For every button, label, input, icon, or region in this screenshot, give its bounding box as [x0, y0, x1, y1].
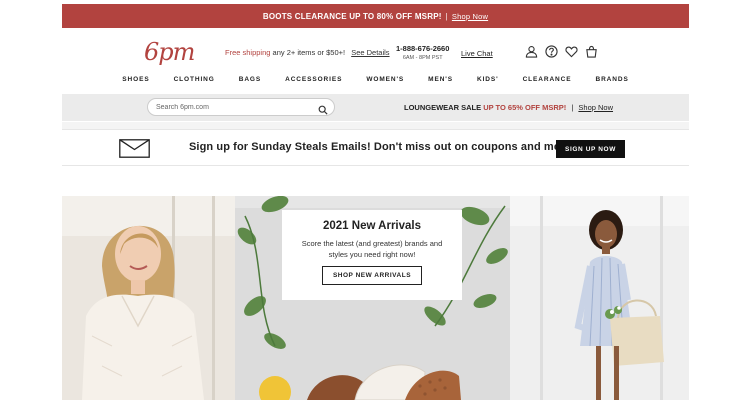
nav-item-women-s[interactable]: WOMEN'S — [366, 76, 404, 90]
hero-banner[interactable]: 2021 New Arrivals Score the latest (and … — [62, 196, 689, 400]
see-details-link[interactable]: See Details — [351, 48, 389, 57]
shop-new-arrivals-button[interactable]: SHOP NEW ARRIVALS — [321, 266, 423, 285]
free-shipping-condition: any 2+ items or $50+! — [272, 48, 346, 57]
search-box — [147, 98, 335, 116]
search-icon[interactable] — [318, 102, 328, 115]
search-row: LOUNGEWEAR SALE UP TO 65% OFF MSRP! | Sh… — [62, 94, 689, 121]
header-icons — [525, 45, 598, 58]
help-icon[interactable] — [545, 45, 558, 58]
loungewear-separator: | — [571, 103, 574, 112]
live-chat-link[interactable]: Live Chat — [461, 49, 493, 58]
nav-item-bags[interactable]: BAGS — [239, 76, 261, 90]
new-arrivals-description: Score the latest (and greatest) brands a… — [301, 239, 443, 259]
nav-item-clothing[interactable]: CLOTHING — [174, 76, 215, 90]
hero-photo-left[interactable] — [62, 196, 235, 400]
sign-up-now-button[interactable]: SIGN UP NOW — [556, 140, 625, 158]
account-icon[interactable] — [525, 45, 538, 58]
promo-separator: | — [445, 11, 448, 21]
new-arrivals-card: 2021 New Arrivals Score the latest (and … — [282, 210, 462, 300]
nav-item-clearance[interactable]: CLEARANCE — [523, 76, 572, 90]
loungewear-discount: UP TO 65% OFF MSRP! — [483, 103, 567, 112]
nav-item-shoes[interactable]: SHOES — [122, 76, 149, 90]
page: BOOTS CLEARANCE UP TO 80% OFF MSRP! | Sh… — [62, 0, 689, 400]
promo-shop-now-link[interactable]: Shop Now — [452, 12, 488, 21]
search-input[interactable] — [156, 102, 316, 113]
heart-icon[interactable] — [565, 45, 578, 58]
phone-contact: 1-888-676-2660 6AM - 8PM PST — [396, 44, 449, 61]
envelope-icon — [119, 139, 150, 158]
signup-message: Sign up for Sunday Steals Emails! Don't … — [189, 141, 575, 153]
divider-strip — [62, 122, 689, 129]
loungewear-promo: LOUNGEWEAR SALE UP TO 65% OFF MSRP! | Sh… — [404, 103, 613, 112]
loungewear-shop-now-link[interactable]: Shop Now — [578, 103, 613, 112]
phone-hours: 6AM - 8PM PST — [402, 55, 443, 61]
nav-item-men-s[interactable]: MEN'S — [428, 76, 453, 90]
logo[interactable]: 6pm — [144, 38, 195, 66]
loungewear-label: LOUNGEWEAR SALE — [404, 103, 482, 112]
phone-number[interactable]: 1-888-676-2660 — [396, 44, 449, 53]
main-nav: SHOES CLOTHING BAGS ACCESSORIES WOMEN'S MEN'S… — [62, 76, 689, 90]
hero-photo-right[interactable] — [510, 196, 689, 400]
site-header: 6pm Free shipping any 2+ items or $50+! … — [62, 28, 689, 74]
nav-item-kids[interactable]: KIDS' — [477, 76, 499, 90]
free-shipping-message: Free shipping any 2+ items or $50+! See … — [225, 48, 390, 57]
email-signup-bar: Sign up for Sunday Steals Emails! Don't … — [62, 129, 689, 166]
nav-item-accessories[interactable]: ACCESSORIES — [285, 76, 342, 90]
free-shipping-label: Free shipping — [225, 48, 271, 57]
new-arrivals-title: 2021 New Arrivals — [322, 220, 422, 232]
promo-text: BOOTS CLEARANCE UP TO 80% OFF MSRP! — [262, 11, 442, 21]
nav-list: SHOES CLOTHING BAGS ACCESSORIES WOMEN'S MEN'S… — [110, 76, 640, 90]
promo-banner: BOOTS CLEARANCE UP TO 80% OFF MSRP! | Sh… — [62, 4, 689, 28]
nav-item-brands[interactable]: BRANDS — [595, 76, 628, 90]
cart-icon[interactable] — [585, 45, 598, 58]
